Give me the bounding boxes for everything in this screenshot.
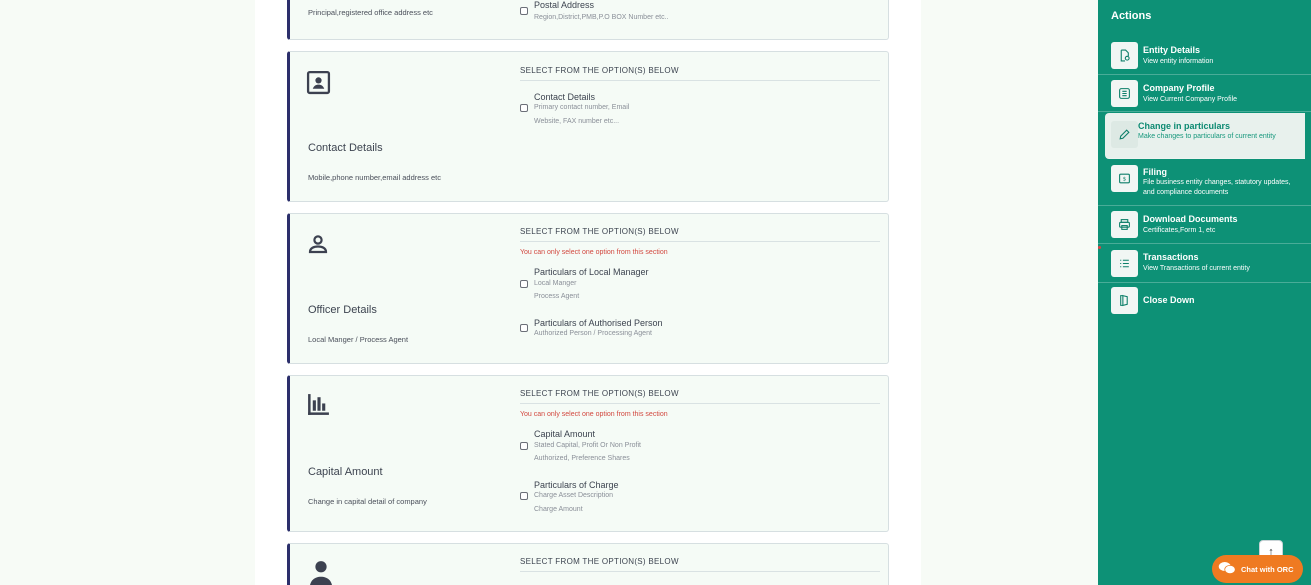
option-title: Particulars of Charge: [534, 480, 619, 490]
sidebar-item-title: Download Documents: [1143, 214, 1238, 224]
sidebar-item-title: Filing: [1143, 167, 1167, 177]
address-card-subtitle: Principal,registered office address etc: [308, 8, 433, 17]
option-sub: Authorized Person / Processing Agent: [534, 330, 652, 337]
sidebar-item-sub: Make changes to particulars of current e…: [1138, 133, 1276, 140]
capital-amount-card: Capital Amount Change in capital detail …: [287, 375, 889, 532]
section-subtitle: Local Manger / Process Agent: [308, 335, 409, 344]
sidebar-item-change-in-particulars[interactable]: Change in particulars Make changes to pa…: [1105, 113, 1305, 159]
authorised-person-checkbox[interactable]: [520, 324, 528, 332]
select-options-heading: SELECT FROM THE OPTION(S) BELOW: [520, 389, 880, 404]
person-solid-icon: [306, 558, 336, 585]
sidebar-title: Actions: [1111, 10, 1152, 22]
select-options-heading: SELECT FROM THE OPTION(S) BELOW: [520, 557, 880, 572]
sidebar-item-company-profile[interactable]: Company Profile View Current Company Pro…: [1098, 75, 1311, 112]
chat-button[interactable]: Chat with ORC: [1212, 555, 1303, 583]
single-select-warning: You can only select one option from this…: [520, 249, 668, 256]
option-sub: Local Manger: [534, 280, 577, 287]
option-sub: Authorized, Preference Shares: [534, 455, 630, 462]
option-title: Contact Details: [534, 92, 596, 102]
option-local-manager[interactable]: Particulars of Local Manager Local Mange…: [520, 267, 882, 303]
option-title: Postal Address: [534, 0, 595, 10]
capital-amount-checkbox[interactable]: [520, 442, 528, 450]
option-particulars-of-charge[interactable]: Particulars of Charge Charge Asset Descr…: [520, 480, 882, 516]
list-box-icon: [1111, 80, 1138, 107]
list-lines-icon: [1111, 250, 1138, 277]
option-capital-amount[interactable]: Capital Amount Stated Capital, Profit Or…: [520, 429, 882, 465]
close-down-icon: [1111, 287, 1138, 314]
section-title: Contact Details: [308, 142, 383, 154]
single-select-warning: You can only select one option from this…: [520, 411, 668, 418]
sidebar-item-title: Company Profile: [1143, 83, 1215, 93]
sidebar-item-sub: File business entity changes, statutory …: [1143, 179, 1291, 196]
printer-icon: [1111, 211, 1138, 238]
sidebar-item-sub: View Current Company Profile: [1143, 96, 1238, 103]
svg-text:$: $: [1123, 177, 1126, 183]
chat-icon: [1218, 561, 1236, 577]
sidebar-item-title: Change in particulars: [1138, 121, 1231, 131]
sidebar-item-transactions[interactable]: Transactions View Transactions of curren…: [1098, 244, 1311, 283]
bar-chart-icon: [306, 392, 331, 422]
option-sub: Charge Amount: [534, 506, 583, 513]
sidebar-item-title: Close Down: [1143, 295, 1195, 305]
money-file-icon: $: [1111, 165, 1138, 192]
sidebar-item-download-documents[interactable]: Download Documents Certificates,Form 1, …: [1098, 206, 1311, 244]
sidebar-item-entity-details[interactable]: Entity Details View entity information: [1098, 37, 1311, 75]
sidebar-item-title: Transactions: [1143, 252, 1199, 262]
select-options-heading: SELECT FROM THE OPTION(S) BELOW: [520, 66, 880, 81]
particulars-of-charge-checkbox[interactable]: [520, 492, 528, 500]
person-icon: [306, 232, 330, 261]
contact-details-checkbox[interactable]: [520, 104, 528, 112]
option-sub: Stated Capital, Profit Or Non Profit: [534, 442, 641, 449]
option-sub: Region,District,PMB,P.O BOX Number etc..: [534, 14, 669, 21]
option-sub: Process Agent: [534, 293, 580, 300]
local-manager-checkbox[interactable]: [520, 280, 528, 288]
address-card: Principal,registered office address etc …: [287, 0, 889, 40]
section-title: Capital Amount: [308, 466, 383, 478]
actions-sidebar: Actions Entity Details View entity infor…: [1098, 0, 1311, 585]
section-subtitle: Change in capital detail of company: [308, 497, 427, 506]
contact-card-icon: [306, 70, 331, 100]
select-options-heading: SELECT FROM THE OPTION(S) BELOW: [520, 227, 880, 242]
pencil-icon: [1111, 121, 1138, 148]
option-sub: Charge Asset Description: [534, 492, 613, 499]
section-title: Officer Details: [308, 304, 377, 316]
chat-button-label: Chat with ORC: [1241, 564, 1294, 574]
postal-address-checkbox[interactable]: [520, 7, 528, 15]
document-search-icon: [1111, 42, 1138, 69]
sidebar-item-title: Entity Details: [1143, 45, 1201, 55]
option-contact-details[interactable]: Contact Details Primary contact number, …: [520, 92, 882, 128]
option-title: Particulars of Local Manager: [534, 267, 649, 277]
option-postal-address[interactable]: Postal Address Region,District,PMB,P.O B…: [520, 0, 882, 26]
sidebar-item-sub: View Transactions of current entity: [1143, 265, 1250, 272]
option-sub: Primary contact number, Email: [534, 104, 630, 111]
option-title: Capital Amount: [534, 429, 596, 439]
contact-details-card: Contact Details Mobile,phone number,emai…: [287, 51, 889, 202]
next-section-card: SELECT FROM THE OPTION(S) BELOW: [287, 543, 889, 585]
sidebar-item-sub: Certificates,Form 1, etc: [1143, 227, 1216, 234]
option-title: Particulars of Authorised Person: [534, 318, 663, 328]
sidebar-item-sub: View entity information: [1143, 58, 1214, 65]
sidebar-item-filing[interactable]: $ Filing File business entity changes, s…: [1098, 160, 1311, 206]
option-sub: Website, FAX number etc...: [534, 118, 620, 125]
option-authorised-person[interactable]: Particulars of Authorised Person Authori…: [520, 318, 882, 340]
officer-details-card: Officer Details Local Manger / Process A…: [287, 213, 889, 364]
section-subtitle: Mobile,phone number,email address etc: [308, 173, 441, 182]
sidebar-item-close-down[interactable]: Close Down: [1098, 283, 1311, 319]
indicator-dot: [1098, 246, 1101, 249]
